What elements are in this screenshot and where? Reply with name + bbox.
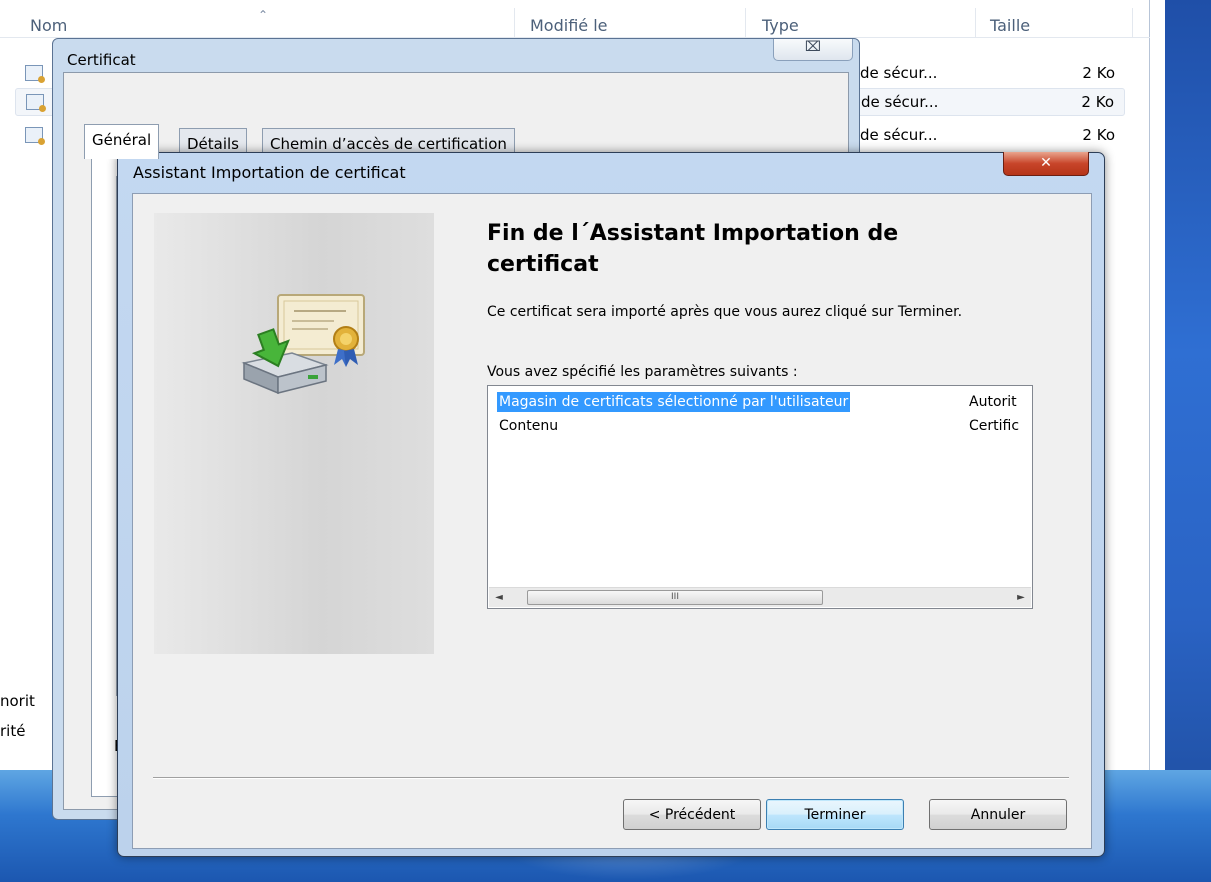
file-size: 2 Ko: [1081, 93, 1114, 111]
column-header-type[interactable]: Type: [762, 16, 799, 35]
certificate-import-icon: [241, 294, 365, 395]
details-fragment: norit: [0, 692, 35, 710]
finish-button[interactable]: Terminer: [766, 799, 904, 830]
close-icon: ✕: [1040, 155, 1052, 171]
certificate-file-icon: [25, 65, 45, 83]
file-size: 2 Ko: [1082, 64, 1115, 82]
details-fragment: rité: [0, 722, 26, 740]
file-type: de sécur...: [860, 64, 938, 82]
setting-value: Certific: [969, 418, 1020, 434]
button-separator: [153, 777, 1069, 779]
column-separator[interactable]: [514, 8, 515, 38]
wizard-title: Assistant Importation de certificat: [133, 163, 406, 182]
screen: ⌃ Nom Modifié le Type Taille de sécur...…: [0, 0, 1211, 882]
setting-name: Magasin de certificats sélectionné par l…: [497, 392, 851, 412]
column-header-name[interactable]: Nom: [30, 16, 67, 35]
column-header-modified[interactable]: Modifié le: [530, 16, 608, 35]
column-separator[interactable]: [1132, 8, 1133, 38]
desktop-background: [1165, 0, 1211, 882]
wizard-body: Fin de l´Assistant Importation de certif…: [132, 193, 1092, 849]
certificate-file-icon: [25, 127, 45, 145]
settings-label: Vous avez spécifié les paramètres suivan…: [487, 364, 798, 380]
settings-listbox[interactable]: Magasin de certificats sélectionné par l…: [487, 385, 1033, 609]
column-separator[interactable]: [975, 8, 976, 38]
tab-general[interactable]: Général: [84, 124, 160, 159]
settings-row-store[interactable]: Magasin de certificats sélectionné par l…: [497, 392, 1032, 414]
wizard-heading: Fin de l´Assistant Importation de certif…: [487, 221, 899, 277]
setting-name: Contenu: [499, 418, 559, 434]
scroll-right-arrow-icon[interactable]: ►: [1011, 588, 1031, 607]
back-button[interactable]: < Précédent: [623, 799, 761, 830]
close-icon: ⌧: [804, 39, 822, 55]
column-header-bar: ⌃ Nom Modifié le Type Taille: [0, 8, 1150, 38]
file-type: de sécur...: [860, 126, 938, 144]
column-header-size[interactable]: Taille: [990, 16, 1030, 35]
file-size: 2 Ko: [1082, 126, 1115, 144]
settings-row-content[interactable]: Contenu Certific: [497, 416, 1032, 438]
cancel-button[interactable]: Annuler: [929, 799, 1067, 830]
certificate-file-icon: [26, 94, 46, 112]
import-wizard-dialog: Assistant Importation de certificat ✕ Fi…: [117, 152, 1105, 857]
wizard-close-button[interactable]: ✕: [1003, 152, 1089, 176]
certificate-dialog-title: Certificat: [67, 51, 136, 69]
scrollbar-thumb[interactable]: III: [527, 590, 823, 605]
wizard-description: Ce certificat sera importé après que vou…: [487, 304, 963, 320]
column-separator[interactable]: [745, 8, 746, 38]
sort-ascending-icon: ⌃: [258, 8, 269, 22]
file-type: de sécur...: [861, 93, 939, 111]
setting-value: Autorit: [969, 394, 1017, 410]
horizontal-scrollbar[interactable]: ◄ III ►: [489, 587, 1031, 607]
scroll-left-arrow-icon[interactable]: ◄: [489, 588, 509, 607]
certificate-close-button[interactable]: ⌧: [773, 39, 853, 61]
wizard-side-banner: [154, 213, 434, 654]
